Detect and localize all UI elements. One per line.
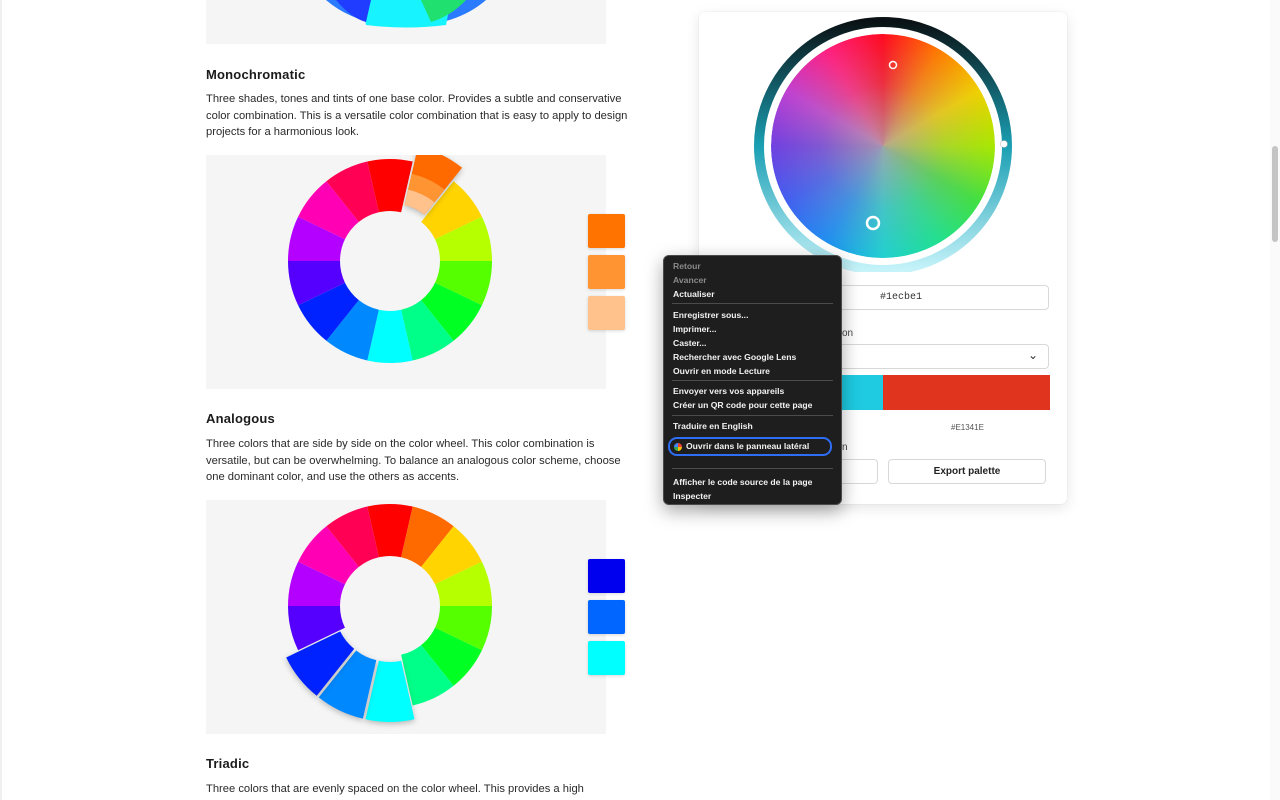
analogous-panel [206,500,606,734]
section-title-monochromatic: Monochromatic [206,67,306,82]
menu-item-back[interactable]: Retour [673,261,701,271]
export-palette-button[interactable]: Export palette [888,459,1046,484]
window-edge [0,0,2,800]
monochromatic-color-wheel [288,155,492,363]
combination-label: on [842,328,854,339]
section-title-analogous: Analogous [206,411,275,426]
combination-select[interactable]: ⌄ [829,344,1049,369]
brightness-slider-handle[interactable] [1000,140,1008,148]
color-wheel-partial [326,0,486,28]
menu-item-google-lens[interactable]: Rechercher avec Google Lens [673,352,796,362]
section-desc-triadic: Three colors that are evenly spaced on t… [206,783,584,795]
menu-item-print[interactable]: Imprimer... [673,324,716,334]
analogous-color-wheel [286,504,492,722]
chevron-down-icon: ⌄ [1027,348,1038,362]
swatch-analogous-3[interactable] [588,641,625,675]
google-icon [674,443,682,451]
menu-separator [672,468,833,469]
hex-color-input[interactable]: #1ecbe1 [829,285,1049,310]
monochromatic-panel [206,155,606,389]
swatch-analogous-2[interactable] [588,600,625,634]
menu-item-view-source[interactable]: Afficher le code source de la page [673,477,812,487]
swatch-monochromatic-1[interactable] [588,214,625,248]
context-menu: Retour Avancer Actualiser Enregistrer so… [663,255,842,505]
menu-item-translate[interactable]: Traduire en English [673,421,753,431]
menu-separator [672,415,833,416]
menu-item-cast[interactable]: Caster... [673,338,706,348]
menu-item-save-as[interactable]: Enregistrer sous... [673,310,748,320]
menu-item-qr-code[interactable]: Créer un QR code pour cette page [673,400,812,410]
menu-item-reload[interactable]: Actualiser [673,289,715,299]
menu-item-send-to-devices[interactable]: Envoyer vers vos appareils [673,386,784,396]
swatch-monochromatic-3[interactable] [588,296,625,330]
menu-item-forward[interactable]: Avancer [673,275,707,285]
palette-color-2[interactable] [883,375,1050,410]
palette-hex-caption: #E1341E [951,423,984,432]
swatch-monochromatic-2[interactable] [588,255,625,289]
menu-item-reading-mode[interactable]: Ouvrir en mode Lecture [673,366,770,376]
section-desc-analogous: Three colors that are side by side on th… [206,438,621,483]
menu-separator [672,380,833,381]
swatch-analogous-1[interactable] [588,559,625,593]
export-label: n [842,442,848,453]
page-scrollbar[interactable] [1270,0,1280,800]
menu-item-inspect[interactable]: Inspecter [673,491,711,501]
menu-separator [672,303,833,304]
interactive-color-wheel[interactable] [699,12,1067,272]
section-title-triadic: Triadic [206,756,250,771]
menu-item-side-panel-label: Ouvrir dans le panneau latéral [686,441,810,451]
section-desc-monochromatic: Three shades, tones and tints of one bas… [206,93,628,138]
color-wheel-panel-top [206,0,606,44]
scrollbar-thumb[interactable] [1272,146,1278,242]
menu-item-side-panel[interactable]: Ouvrir dans le panneau latéral [668,437,832,456]
